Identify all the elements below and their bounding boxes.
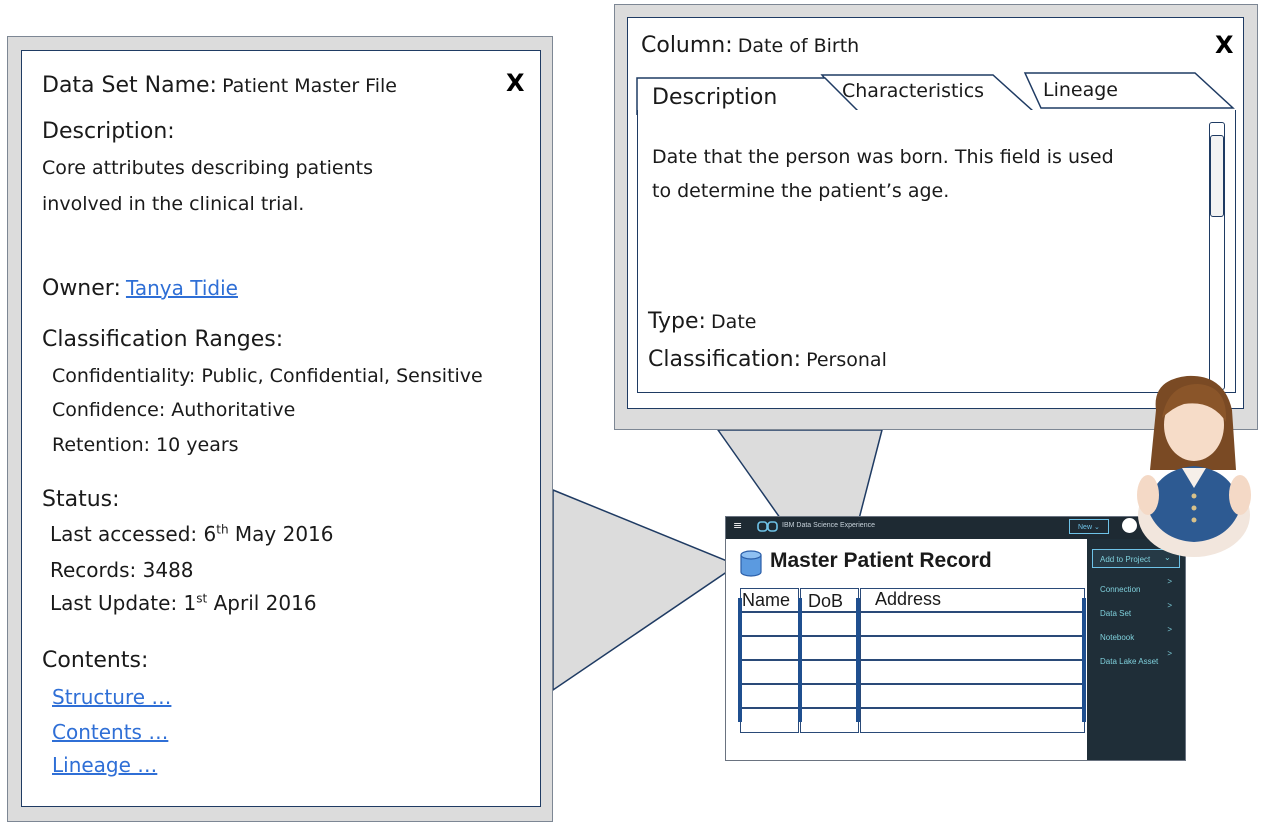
menu-item-data-set[interactable]: Data Set >: [1100, 601, 1172, 620]
table-cell: [860, 612, 1085, 636]
column-divider: [856, 598, 860, 722]
owner-link[interactable]: Tanya Tidie: [126, 276, 238, 300]
contents-link[interactable]: Contents …: [52, 720, 168, 744]
status-label: Status:: [42, 487, 120, 512]
menu-item-connection[interactable]: Connection >: [1100, 577, 1172, 596]
menu-item-label: Data Set: [1100, 609, 1132, 618]
table-cell: [740, 684, 799, 708]
chevron-right-icon: >: [1167, 601, 1172, 610]
ibm-logo-icon: [757, 521, 778, 532]
table-cell: [800, 708, 859, 733]
type-row: Type: Date: [648, 309, 756, 334]
column-header-address[interactable]: Address: [875, 589, 941, 610]
tab-description[interactable]: Description: [652, 85, 777, 110]
structure-link[interactable]: Structure …: [52, 685, 171, 709]
scrollbar-thumb[interactable]: [1210, 135, 1224, 217]
person-figure-icon: [1137, 375, 1251, 557]
confidentiality-text: Confidentiality: Public, Confidential, S…: [52, 365, 483, 387]
table-cell: [860, 684, 1085, 708]
menu-item-label: Notebook: [1100, 633, 1135, 642]
new-button[interactable]: New ⌄: [1069, 519, 1109, 534]
table-cell: [860, 660, 1085, 684]
description-line-1: Core attributes describing patients: [42, 157, 374, 179]
records-text: Records: 3488: [50, 558, 194, 582]
description-line-2: involved in the clinical trial.: [42, 193, 305, 215]
classification-row-value: Personal: [806, 349, 887, 371]
table-cell: [800, 636, 859, 660]
column-description-line-1: Date that the person was born. This fiel…: [652, 146, 1114, 168]
record-title: Master Patient Record: [770, 549, 992, 572]
column-name-row: Column: Date of Birth: [641, 33, 859, 58]
table-cell: [800, 612, 859, 636]
description-label: Description:: [42, 119, 175, 144]
classification-row-label: Classification:: [648, 347, 801, 372]
column-header-name[interactable]: Name: [742, 590, 790, 611]
last-accessed-text: Last accessed: 6th May 2016: [50, 522, 334, 546]
column-divider: [798, 598, 802, 722]
dataset-close-button[interactable]: X: [506, 69, 525, 97]
menu-item-notebook[interactable]: Notebook >: [1100, 625, 1172, 644]
app-brand: IBM Data Science Experience: [782, 522, 875, 529]
menu-item-data-lake-asset[interactable]: Data Lake Asset >: [1100, 649, 1172, 668]
classification-row: Classification: Personal: [648, 347, 887, 372]
dataset-name-row: Data Set Name: Patient Master File: [42, 73, 397, 98]
table-cell: [740, 612, 799, 636]
last-accessed-suffix: May 2016: [228, 522, 334, 546]
hamburger-icon[interactable]: ≡: [733, 519, 742, 532]
table-cell: [740, 660, 799, 684]
column-value: Date of Birth: [737, 35, 860, 57]
classification-label: Classification Ranges:: [42, 327, 284, 352]
retention-text: Retention: 10 years: [52, 434, 239, 456]
last-accessed-prefix: Last accessed: 6: [50, 522, 217, 546]
last-update-prefix: Last Update: 1: [50, 591, 197, 615]
last-update-text: Last Update: 1st April 2016: [50, 591, 317, 615]
dataset-name-value: Patient Master File: [222, 75, 397, 97]
owner-row: Owner: Tanya Tidie: [42, 276, 238, 301]
lineage-link[interactable]: Lineage …: [52, 753, 157, 777]
type-value: Date: [711, 311, 757, 333]
menu-item-label: Data Lake Asset: [1100, 657, 1159, 666]
table-cell: [800, 684, 859, 708]
table-cell: [740, 708, 799, 733]
table-cell: [800, 660, 859, 684]
chevron-right-icon: >: [1167, 625, 1172, 634]
owner-label: Owner:: [42, 276, 121, 301]
type-label: Type:: [648, 309, 706, 334]
last-update-suffix: April 2016: [207, 591, 317, 615]
column-divider: [738, 598, 742, 722]
table-cell: [860, 708, 1085, 733]
contents-label: Contents:: [42, 648, 149, 673]
table-cell: [740, 636, 799, 660]
confidence-text: Confidence: Authoritative: [52, 399, 296, 421]
column-description-line-2: to determine the patient’s age.: [652, 180, 950, 202]
table-cell: [860, 636, 1085, 660]
chevron-right-icon: >: [1167, 577, 1172, 586]
chevron-right-icon: >: [1167, 649, 1172, 658]
column-label: Column:: [641, 33, 733, 58]
dataset-callout-pointer: [552, 488, 739, 692]
tab-characteristics[interactable]: Characteristics: [842, 80, 984, 102]
last-update-sup: st: [196, 591, 208, 606]
database-icon: [740, 550, 762, 577]
menu-item-label: Connection: [1100, 585, 1141, 594]
column-divider: [1082, 598, 1086, 722]
column-close-button[interactable]: X: [1215, 31, 1234, 59]
column-header-dob[interactable]: DoB: [808, 591, 843, 612]
tab-lineage[interactable]: Lineage: [1043, 79, 1118, 101]
last-accessed-sup: th: [216, 522, 229, 537]
new-button-label: New: [1078, 524, 1093, 531]
dataset-name-label: Data Set Name:: [42, 73, 217, 98]
